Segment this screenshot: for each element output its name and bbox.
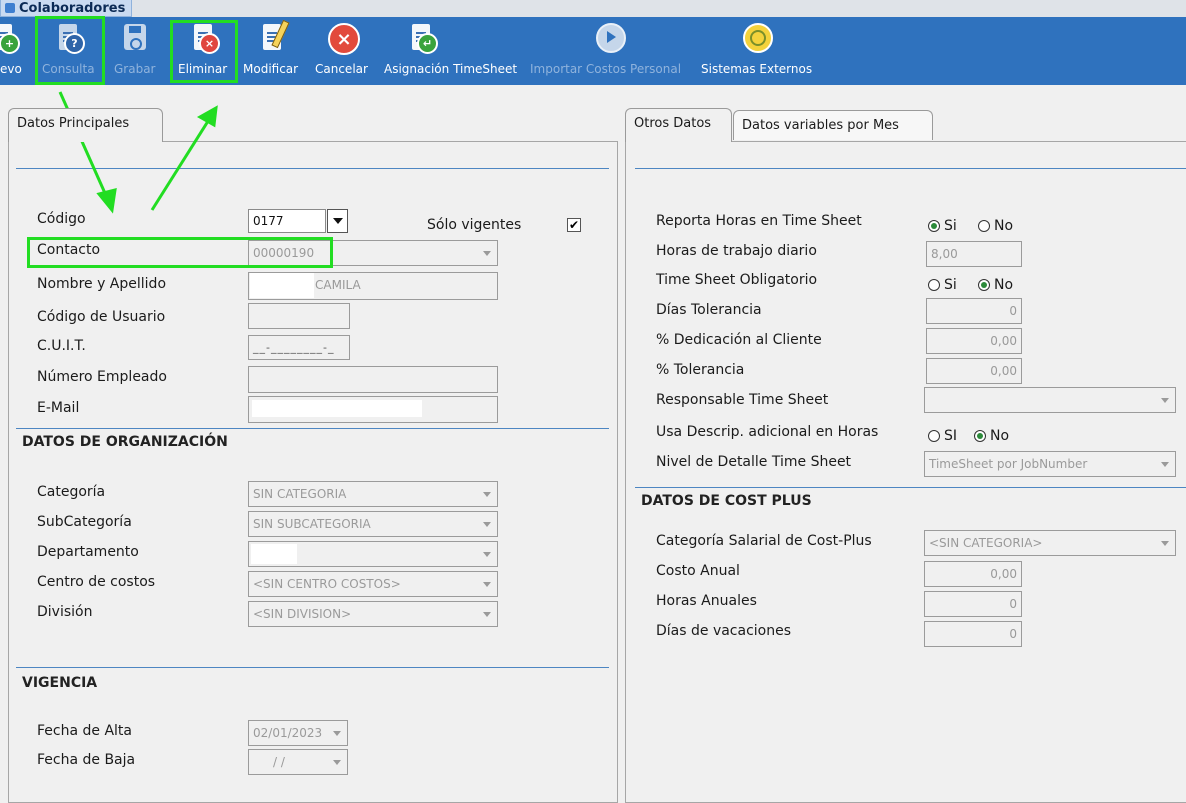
nivel-detalle-value: TimeSheet por JobNumber: [929, 457, 1088, 471]
obligatorio-si-label: Si: [944, 277, 957, 293]
tab-datos-principales-label: Datos Principales: [17, 116, 130, 131]
descrip-si-radio[interactable]: SI: [928, 428, 957, 444]
tab-datos-principales[interactable]: Datos Principales: [8, 108, 163, 142]
dias-vacaciones-label: Días de vacaciones: [656, 623, 792, 639]
cat-salarial-combo[interactable]: <SIN CATEGORIA>: [924, 530, 1176, 556]
dias-tolerancia-field[interactable]: 0: [926, 298, 1022, 324]
green-arrowhead-up: [196, 105, 218, 128]
costo-anual-value: 0,00: [990, 567, 1017, 581]
cost-plus-divider: [635, 487, 1186, 488]
tolerancia-label: % Tolerancia: [656, 362, 745, 378]
green-arrowhead-down: [96, 187, 117, 214]
horas-diario-field[interactable]: 8,00: [926, 241, 1022, 267]
tolerancia-value: 0,00: [990, 364, 1017, 378]
nivel-detalle-label: Nivel de Detalle Time Sheet: [656, 454, 852, 470]
tab-otros-datos[interactable]: Otros Datos: [625, 108, 732, 142]
cat-salarial-label: Categoría Salarial de Cost-Plus: [656, 533, 872, 549]
dias-tolerancia-label: Días Tolerancia: [656, 302, 762, 318]
dias-vacaciones-field[interactable]: 0: [924, 621, 1022, 647]
descrip-no-label: No: [990, 428, 1010, 444]
tab-otros-datos-label: Otros Datos: [634, 116, 712, 131]
tab-datos-variables[interactable]: Datos variables por Mes: [733, 110, 933, 140]
reporta-si-radio[interactable]: Si: [928, 218, 957, 234]
tolerancia-field[interactable]: 0,00: [926, 358, 1022, 384]
horas-diario-label: Horas de trabajo diario: [656, 243, 817, 259]
chevron-down-icon: [1161, 398, 1169, 403]
costo-anual-label: Costo Anual: [656, 563, 740, 579]
responsable-combo[interactable]: [924, 387, 1176, 413]
tab-datos-variables-label: Datos variables por Mes: [742, 118, 899, 133]
chevron-down-icon: [1161, 462, 1169, 467]
obligatorio-label: Time Sheet Obligatorio: [656, 272, 818, 288]
dias-tolerancia-value: 0: [1009, 304, 1017, 318]
cat-salarial-value: <SIN CATEGORIA>: [929, 536, 1043, 550]
reporta-no-label: No: [994, 218, 1014, 234]
dedicacion-label: % Dedicación al Cliente: [656, 332, 822, 348]
obligatorio-no-radio[interactable]: No: [978, 277, 1013, 293]
obligatorio-si-radio[interactable]: Si: [928, 277, 957, 293]
reporta-no-radio[interactable]: No: [978, 218, 1013, 234]
responsable-label: Responsable Time Sheet: [656, 392, 829, 408]
horas-anuales-field[interactable]: 0: [924, 591, 1022, 617]
descrip-no-radio[interactable]: No: [974, 428, 1009, 444]
costo-anual-field[interactable]: 0,00: [924, 561, 1022, 587]
nivel-detalle-combo[interactable]: TimeSheet por JobNumber: [924, 451, 1176, 477]
descrip-si-label: SI: [944, 428, 958, 444]
horas-anuales-value: 0: [1009, 597, 1017, 611]
dedicacion-value: 0,00: [990, 334, 1017, 348]
dedicacion-field[interactable]: 0,00: [926, 328, 1022, 354]
descrip-adicional-label: Usa Descrip. adicional en Horas: [656, 424, 879, 440]
reporta-si-label: Si: [944, 218, 957, 234]
dias-vacaciones-value: 0: [1009, 627, 1017, 641]
horas-anuales-label: Horas Anuales: [656, 593, 757, 609]
right-top-divider: [635, 168, 1186, 169]
horas-diario-value: 8,00: [931, 247, 958, 261]
chevron-down-icon: [1161, 541, 1169, 546]
reporta-horas-label: Reporta Horas en Time Sheet: [656, 213, 862, 229]
cost-plus-section-title: DATOS DE COST PLUS: [641, 493, 812, 509]
obligatorio-no-label: No: [994, 277, 1014, 293]
